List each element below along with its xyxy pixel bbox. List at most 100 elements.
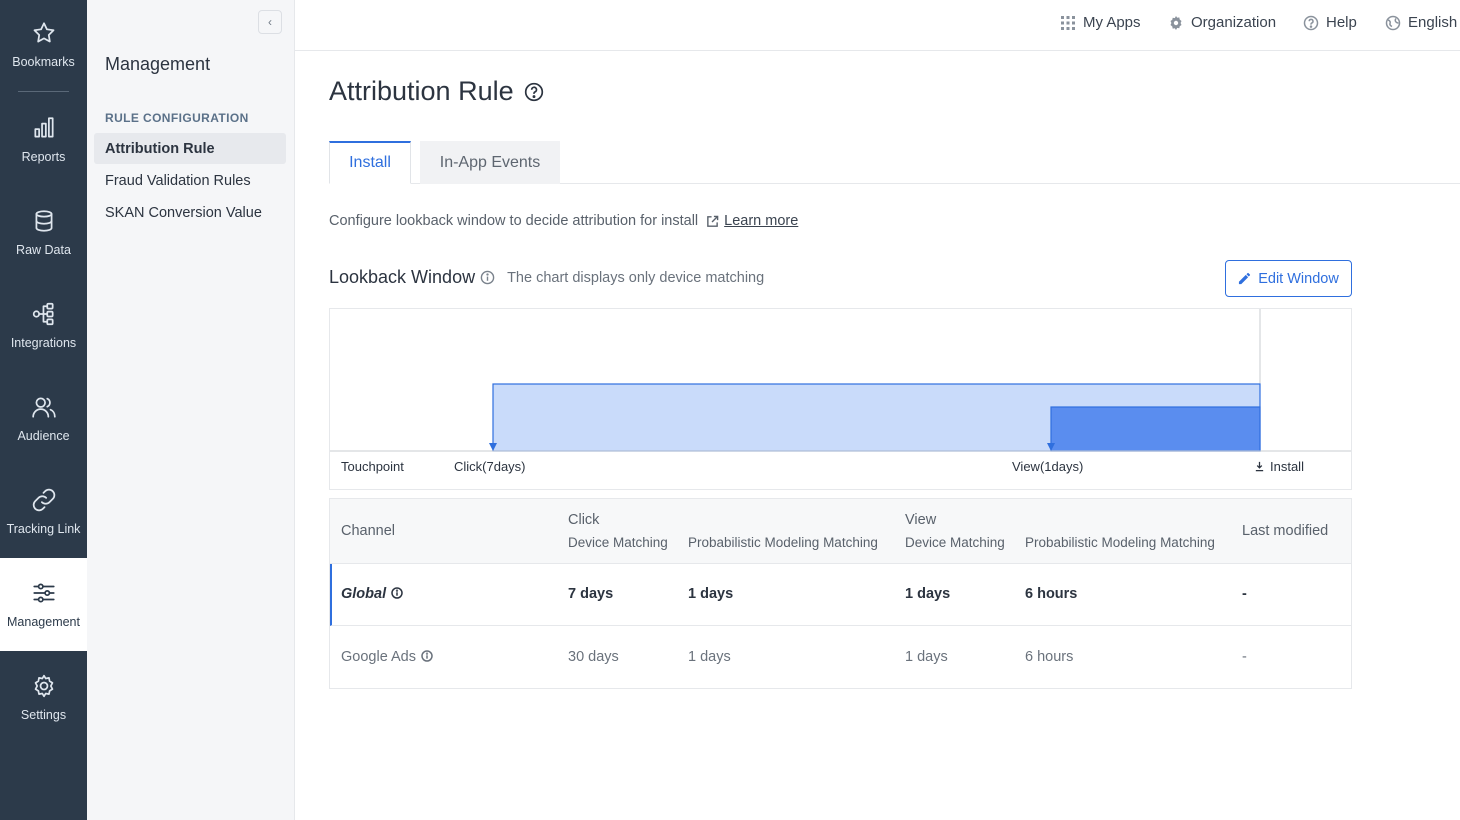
external-link-icon [707,215,719,227]
view-prob-cell: 6 hours [1025,586,1078,602]
help-link[interactable]: Help [1303,14,1357,31]
click-device-cell: 30 days [568,649,619,665]
page-title: Attribution Rule [329,76,544,107]
view-device-cell: 1 days [905,586,951,602]
link-icon [32,488,55,512]
channel-cell: Global [341,586,403,602]
touchpoint-label: Touchpoint [341,459,404,474]
edit-window-button[interactable]: Edit Window [1225,260,1352,297]
rail-item-reports[interactable]: Reports [0,93,87,186]
my-apps-link[interactable]: My Apps [1060,14,1141,31]
sidebar-item-label: Fraud Validation Rules [105,172,251,189]
help-label: Help [1326,14,1357,31]
sidebar-item-label: Attribution Rule [105,140,215,157]
help-circle-icon[interactable] [524,82,544,102]
rail-item-settings[interactable]: Settings [0,651,87,744]
help-circle-icon [1303,15,1319,30]
globe-icon [1385,15,1401,30]
tab-label: In-App Events [439,153,541,171]
lookback-window-header: Lookback Window The chart displays only … [329,267,764,288]
header-click: Click [568,512,600,528]
rail-label: Raw Data [16,243,71,257]
info-icon[interactable] [480,270,495,285]
lookback-timeline: Touchpoint Click(7days) View(1days) Inst… [329,308,1352,490]
install-marker-label: Install [1254,459,1304,474]
gear-icon [34,674,53,698]
organization-link[interactable]: Organization [1168,14,1276,31]
header-click-probabilistic: Probabilistic Modeling Matching [688,535,878,550]
rail-label: Settings [20,708,67,722]
tab-label: Install [349,154,391,171]
attribution-table: Channel Click Device Matching Probabilis… [329,498,1352,689]
database-icon [35,210,52,232]
lookback-subtitle: The chart displays only device matching [507,269,765,286]
info-icon[interactable] [391,587,403,599]
lookback-title: Lookback Window [329,267,476,287]
sliders-icon [32,583,55,603]
sidebar-item-label: SKAN Conversion Value [105,204,262,221]
description-text: Configure lookback window to decide attr… [329,213,699,229]
rail-item-tracking-link[interactable]: Tracking Link [0,465,87,558]
install-label: Install [1270,459,1304,474]
view-window-label: View(1days) [1012,459,1084,474]
table-header: Channel Click Device Matching Probabilis… [330,499,1351,564]
collapse-sidebar-button[interactable]: ‹ [258,10,282,34]
sidebar-item-fraud-validation-rules[interactable]: Fraud Validation Rules [94,165,286,196]
edit-window-label: Edit Window [1258,270,1339,287]
description: Configure lookback window to decide attr… [329,213,798,229]
view-window-area [1050,406,1261,452]
channel-name: Global [341,586,387,602]
bar-chart-icon [33,117,54,138]
sidebar-item-skan-conversion-value[interactable]: SKAN Conversion Value [94,197,286,228]
icon-rail: Bookmarks Reports Raw Data Integrations … [0,0,87,820]
table-row[interactable]: Google Ads 30 days 1 days 1 days 6 hours… [330,627,1351,689]
language-label: English [1408,14,1458,31]
sidebar-item-attribution-rule[interactable]: Attribution Rule [94,133,286,164]
rail-label: Integrations [10,336,77,350]
rail-item-audience[interactable]: Audience [0,372,87,465]
language-selector[interactable]: English [1385,14,1457,31]
rail-label: Reports [21,150,66,164]
click-window-label: Click(7days) [454,459,526,474]
view-device-cell: 1 days [905,649,948,665]
header-last-modified: Last modified [1242,523,1329,539]
rail-divider [18,91,69,92]
tab-in-app-events[interactable]: In-App Events [420,141,560,184]
chevron-left-icon: ‹ [268,15,272,29]
rail-item-integrations[interactable]: Integrations [0,279,87,372]
rail-item-bookmarks[interactable]: Bookmarks [0,0,87,88]
organization-label: Organization [1191,14,1277,31]
click-prob-cell: 1 days [688,586,734,602]
rail-item-management[interactable]: Management [0,558,87,651]
rail-item-raw-data[interactable]: Raw Data [0,186,87,279]
last-modified-cell: - [1242,649,1247,665]
my-apps-label: My Apps [1083,14,1141,31]
page-title-text: Attribution Rule [329,76,514,106]
header-view-probabilistic: Probabilistic Modeling Matching [1025,535,1215,550]
star-icon [33,21,54,42]
table-row[interactable]: Global 7 days 1 days 1 days 6 hours - [330,564,1351,626]
channel-name: Google Ads [341,649,416,665]
rail-label: Tracking Link [6,522,81,536]
learn-more-link[interactable]: Learn more [724,213,798,229]
view-prob-cell: 6 hours [1025,649,1074,665]
header-channel: Channel [341,523,396,539]
rail-label: Audience [17,429,70,443]
sidebar-title: Management [105,54,211,74]
download-icon [1255,461,1264,472]
management-sidebar: ‹ Management RULE CONFIGURATION Attribut… [87,0,295,820]
header-view: View [905,512,937,528]
rail-label: Management [7,615,80,629]
tab-install[interactable]: Install [329,141,411,184]
header-view-device-matching: Device Matching [905,535,1005,550]
integrations-icon [32,302,54,326]
sidebar-section-heading: RULE CONFIGURATION [105,111,249,125]
channel-cell: Google Ads [341,649,433,665]
click-prob-cell: 1 days [688,649,731,665]
info-icon[interactable] [421,650,433,662]
gear-icon [1170,15,1182,30]
users-icon [31,397,56,418]
top-bar: My Apps Organization Help English [295,0,1460,51]
click-device-cell: 7 days [568,586,614,602]
grid-icon [1061,15,1075,30]
